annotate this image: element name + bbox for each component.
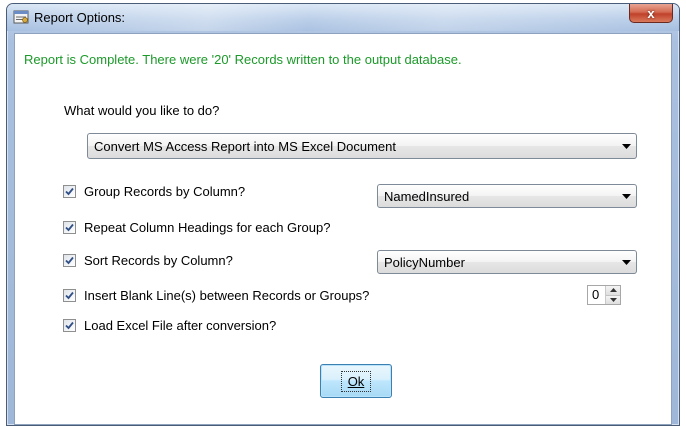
group-by-column-select[interactable]: NamedInsured: [377, 184, 637, 208]
action-question-label: What would you like to do?: [64, 103, 220, 118]
checkmark-icon: [65, 187, 74, 196]
ok-button-label: Ok: [340, 370, 372, 392]
blank-lines-checkbox[interactable]: [63, 289, 76, 302]
chevron-down-icon: [616, 193, 636, 199]
sort-by-column-value: PolicyNumber: [384, 254, 465, 270]
report-window-icon: [13, 10, 29, 24]
chevron-down-icon: [616, 259, 636, 265]
window-title: Report Options:: [34, 10, 126, 25]
blank-lines-spinner-value[interactable]: 0: [588, 286, 605, 304]
chevron-down-icon: [616, 143, 636, 149]
spin-down-icon[interactable]: [606, 295, 620, 304]
load-excel-option: Load Excel File after conversion?: [63, 318, 276, 333]
load-excel-checkbox[interactable]: [63, 319, 76, 332]
blank-lines-option: Insert Blank Line(s) between Records or …: [63, 288, 369, 303]
checkmark-icon: [65, 291, 74, 300]
group-by-option: Group Records by Column?: [63, 184, 245, 199]
group-by-label: Group Records by Column?: [84, 184, 246, 199]
spin-up-icon[interactable]: [606, 286, 620, 296]
close-button[interactable]: x: [629, 4, 673, 23]
repeat-headings-option: Repeat Column Headings for each Group?: [63, 220, 330, 235]
blank-lines-spinner[interactable]: 0: [587, 285, 621, 305]
group-by-checkbox[interactable]: [63, 185, 76, 198]
spinner-buttons: [605, 286, 620, 304]
checkmark-icon: [65, 223, 74, 232]
checkmark-icon: [65, 321, 74, 330]
load-excel-label: Load Excel File after conversion?: [84, 318, 277, 333]
sort-by-option: Sort Records by Column?: [63, 253, 233, 268]
sort-by-checkbox[interactable]: [63, 254, 76, 267]
repeat-headings-label: Repeat Column Headings for each Group?: [84, 220, 331, 235]
status-message: Report is Complete. There were '20' Reco…: [24, 52, 462, 67]
group-by-column-value: NamedInsured: [384, 188, 470, 204]
checkmark-icon: [65, 256, 74, 265]
sort-by-column-select[interactable]: PolicyNumber: [377, 250, 637, 274]
repeat-headings-checkbox[interactable]: [63, 221, 76, 234]
action-select-value: Convert MS Access Report into MS Excel D…: [94, 138, 397, 154]
title-bar[interactable]: Report Options: x: [7, 4, 679, 31]
close-icon: x: [647, 5, 655, 21]
sort-by-label: Sort Records by Column?: [84, 253, 233, 268]
action-select[interactable]: Convert MS Access Report into MS Excel D…: [87, 133, 637, 159]
ok-button[interactable]: Ok: [320, 364, 392, 398]
blank-lines-label: Insert Blank Line(s) between Records or …: [84, 288, 370, 303]
